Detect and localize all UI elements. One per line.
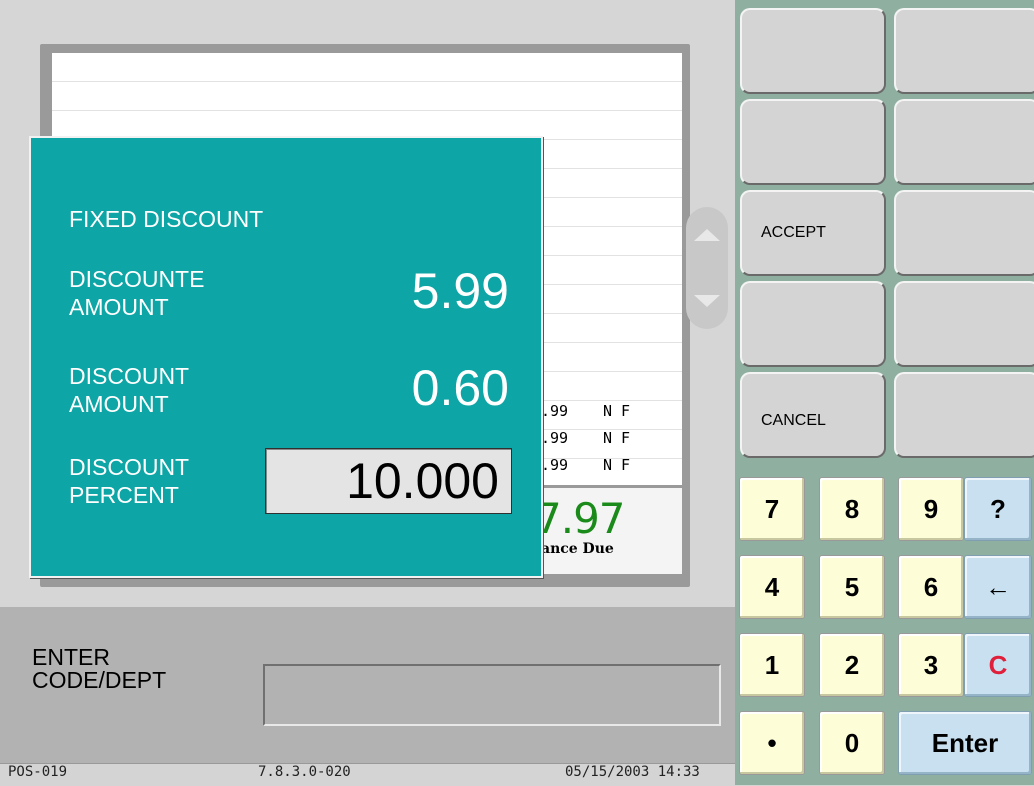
item-price: .99 [541, 429, 569, 447]
item-price: .99 [541, 456, 569, 474]
balance-due-label: ance Due [541, 541, 614, 557]
key-1[interactable]: 1 [739, 633, 805, 697]
discounted-amount-label-line1: DISCOUNTE [69, 266, 205, 292]
balance-due-value: 7.97 [535, 494, 626, 543]
receipt-scrollbar[interactable] [686, 207, 728, 329]
function-key-1[interactable] [740, 8, 886, 94]
discount-percent-label-line1: DISCOUNT [69, 454, 190, 480]
discount-percent-label-line2: PERCENT [69, 482, 179, 508]
discount-percent-value: 10.000 [346, 453, 499, 509]
accept-button-label: ACCEPT [761, 224, 826, 241]
discounted-amount-value: 5.99 [411, 263, 509, 319]
key-9[interactable]: 9 [898, 477, 964, 541]
discounted-amount-label-line2: AMOUNT [69, 294, 169, 320]
function-key-3[interactable] [740, 99, 886, 185]
item-flags: N F [603, 402, 631, 420]
discount-percent-field[interactable]: 10.000 [265, 448, 512, 514]
function-key-7[interactable] [740, 281, 886, 367]
entry-prompt-line2: CODE/DEPT [32, 667, 167, 693]
key-7[interactable]: 7 [739, 477, 805, 541]
key-8[interactable]: 8 [819, 477, 885, 541]
accept-button[interactable]: ACCEPT [740, 190, 886, 276]
key-5[interactable]: 5 [819, 555, 885, 619]
key-2[interactable]: 2 [819, 633, 885, 697]
decimal-key[interactable]: • [739, 711, 805, 775]
key-4[interactable]: 4 [739, 555, 805, 619]
backspace-key[interactable]: ← [964, 555, 1032, 619]
software-version: 7.8.3.0-020 [258, 764, 351, 780]
entry-prompt: ENTER CODE/DEPT [32, 646, 166, 692]
cancel-button-label: CANCEL [761, 412, 826, 429]
fixed-discount-dialog: FIXED DISCOUNT DISCOUNTE AMOUNT 5.99 DIS… [29, 136, 543, 578]
status-datetime: 05/15/2003 14:33 [565, 764, 700, 780]
clear-key[interactable]: C [964, 633, 1032, 697]
key-3[interactable]: 3 [898, 633, 964, 697]
item-flags: N F [603, 429, 631, 447]
discount-amount-label-line2: AMOUNT [69, 391, 169, 417]
key-0[interactable]: 0 [819, 711, 885, 775]
function-key-6[interactable] [894, 190, 1034, 276]
function-key-2[interactable] [894, 8, 1034, 94]
scroll-down-icon[interactable] [694, 295, 720, 307]
item-flags: N F [603, 456, 631, 474]
function-key-4[interactable] [894, 99, 1034, 185]
dialog-title: FIXED DISCOUNT [69, 206, 264, 232]
key-6[interactable]: 6 [898, 555, 964, 619]
enter-key[interactable]: Enter [898, 711, 1032, 775]
scroll-up-icon[interactable] [694, 229, 720, 241]
terminal-id: POS-019 [8, 764, 68, 780]
help-key[interactable]: ? [964, 477, 1032, 541]
discount-amount-value: 0.60 [411, 360, 509, 416]
discount-amount-label-line1: DISCOUNT [69, 363, 190, 389]
item-price: .99 [541, 402, 569, 420]
entry-prompt-line1: ENTER [32, 644, 110, 670]
function-key-10[interactable] [894, 372, 1034, 458]
cancel-button[interactable]: CANCEL [740, 372, 886, 458]
code-dept-input[interactable] [263, 664, 721, 726]
function-key-8[interactable] [894, 281, 1034, 367]
